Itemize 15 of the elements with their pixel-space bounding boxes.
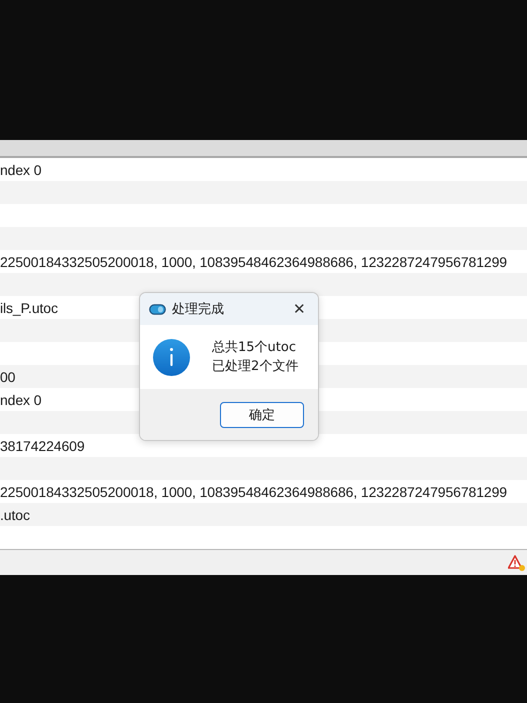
dialog-message: 总共15个utoc 已处理2个文件	[212, 339, 298, 376]
log-line: 38174224609	[0, 438, 85, 454]
log-line: .utoc	[0, 506, 30, 522]
dialog-title: 处理完成	[172, 301, 225, 318]
log-line: ils_P.utoc	[0, 300, 58, 316]
warning-icon[interactable]	[508, 554, 525, 570]
log-line: 00	[0, 368, 16, 384]
close-button[interactable]: ✕	[289, 300, 310, 318]
app-icon	[149, 304, 166, 314]
info-icon	[153, 338, 190, 376]
log-line: 22500184332505200018, 1000, 10839548462364988686, 1232287247956781299	[0, 254, 507, 270]
log-line: 22500184332505200018, 1000, 10839548462364988686, 1232287247956781299	[0, 484, 507, 500]
log-line: ndex 0	[0, 162, 42, 178]
log-line: ndex 0	[0, 392, 42, 408]
ok-button[interactable]: 确定	[220, 402, 304, 428]
